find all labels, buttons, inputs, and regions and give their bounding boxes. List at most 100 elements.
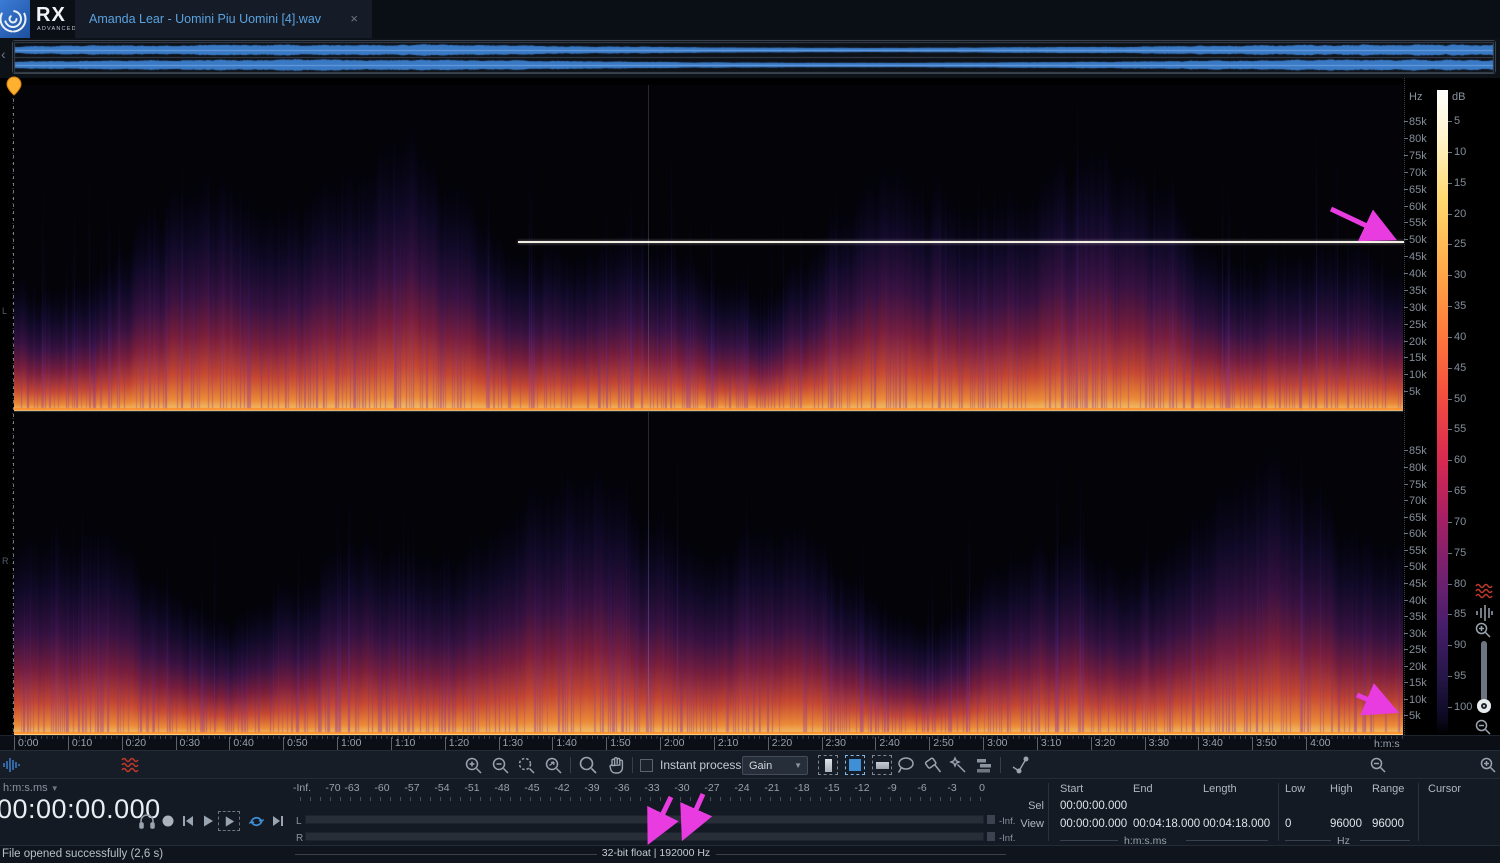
db-tick-label: 15 bbox=[1454, 177, 1466, 189]
panel-separator bbox=[1418, 783, 1419, 841]
module-dropdown[interactable]: Gain ▼ bbox=[742, 756, 808, 775]
time-format-selector[interactable]: h:m:s.ms ▼ bbox=[3, 782, 59, 794]
time-ruler[interactable]: 0:000:100:200:300:400:501:001:101:201:30… bbox=[0, 735, 1500, 750]
file-tab[interactable]: Amanda Lear - Uomini Piu Uomini [4].wav … bbox=[75, 0, 372, 38]
overview-waveform-canvas[interactable] bbox=[13, 41, 1495, 73]
peak-indicator-left[interactable] bbox=[987, 815, 995, 824]
magnify-tool-icon[interactable] bbox=[578, 755, 598, 775]
level-meter-left bbox=[305, 815, 984, 824]
db-tick-label: 50 bbox=[1454, 393, 1466, 405]
spectrogram-view[interactable]: L R Hz 85k80k75k70k65k60k55k50k45k40k35k… bbox=[0, 78, 1500, 735]
magic-wand-tool-icon[interactable] bbox=[948, 755, 968, 775]
meter-scale-label: -60 bbox=[374, 782, 389, 794]
overview-collapse-icon[interactable]: ‹ bbox=[1, 46, 6, 62]
level-meter-right bbox=[305, 832, 984, 841]
freq-tick-label: 60k bbox=[1409, 528, 1427, 540]
spectrogram-view-icon[interactable] bbox=[120, 755, 140, 775]
lasso-tool-icon[interactable] bbox=[896, 755, 916, 775]
waveform-view-icon[interactable] bbox=[2, 755, 22, 775]
db-tick-label: 20 bbox=[1454, 208, 1466, 220]
time-selection-tool[interactable] bbox=[818, 755, 838, 775]
meter-scale-label: -51 bbox=[464, 782, 479, 794]
format-divider-line bbox=[716, 854, 1006, 855]
play-selection-button[interactable] bbox=[218, 811, 240, 831]
node-tool-icon[interactable] bbox=[1010, 755, 1030, 775]
view-end-value[interactable]: 00:04:18.000 bbox=[1133, 818, 1200, 830]
db-tick-label: 35 bbox=[1454, 300, 1466, 312]
channel-divider bbox=[14, 411, 1403, 412]
chevron-down-icon: ▼ bbox=[794, 761, 802, 770]
record-button[interactable] bbox=[158, 812, 178, 830]
waveform-spectrogram-balance-icon[interactable] bbox=[1474, 603, 1494, 623]
view-start-value[interactable]: 00:00:00.000 bbox=[1060, 818, 1127, 830]
panel-separator bbox=[1048, 783, 1049, 841]
horizontal-zoom-out-icon[interactable] bbox=[1368, 755, 1388, 775]
main-toolbar: Instant process Gain ▼ bbox=[0, 750, 1500, 778]
meter-scale-label: 0 bbox=[979, 782, 985, 794]
waveform-overview-strip[interactable]: ‹ bbox=[0, 38, 1500, 78]
vertical-zoom-knob[interactable] bbox=[1477, 699, 1491, 713]
meter-scale-label: -57 bbox=[404, 782, 419, 794]
freq-tick-label: 70k bbox=[1409, 167, 1427, 179]
go-to-start-button[interactable] bbox=[178, 812, 198, 830]
time-format-label: h:m:s.ms bbox=[3, 782, 48, 794]
go-to-end-button[interactable] bbox=[268, 812, 288, 830]
playhead-line bbox=[13, 85, 14, 735]
zoom-out-time-icon[interactable] bbox=[490, 755, 510, 775]
db-tick-label: 70 bbox=[1454, 516, 1466, 528]
brush-tool-icon[interactable] bbox=[923, 755, 943, 775]
vertical-zoom-slider[interactable] bbox=[1481, 641, 1487, 701]
time-tick-label: 2:00 bbox=[660, 737, 684, 750]
freq-low-value[interactable]: 0 bbox=[1285, 818, 1291, 830]
channel-label-left: L bbox=[2, 306, 7, 316]
spectrogram-canvas[interactable] bbox=[14, 85, 1403, 735]
spectrogram-settings-icon[interactable] bbox=[1474, 581, 1494, 601]
db-tick-label: 60 bbox=[1454, 454, 1466, 466]
zoom-in-time-icon[interactable] bbox=[463, 755, 483, 775]
rx-application-window: RX ADVANCED Amanda Lear - Uomini Piu Uom… bbox=[0, 0, 1500, 863]
freq-high-value[interactable]: 96000 bbox=[1330, 818, 1362, 830]
frequency-selection-tool[interactable] bbox=[872, 755, 892, 775]
db-axis-unit: dB bbox=[1452, 91, 1465, 103]
freq-tick-label: 20k bbox=[1409, 336, 1427, 348]
hand-tool-icon[interactable] bbox=[606, 755, 626, 775]
freq-tick-label: 85k bbox=[1409, 445, 1427, 457]
format-divider-line bbox=[295, 854, 597, 855]
toolbar-separator bbox=[1000, 757, 1001, 773]
time-frequency-selection-tool[interactable] bbox=[845, 755, 865, 775]
playhead-marker-pin[interactable] bbox=[5, 76, 23, 96]
freq-tick-label: 15k bbox=[1409, 352, 1427, 364]
loop-button[interactable] bbox=[246, 812, 266, 830]
time-tick-label: 2:30 bbox=[822, 737, 846, 750]
peak-indicator-right[interactable] bbox=[987, 832, 995, 841]
freq-tick-label: 75k bbox=[1409, 150, 1427, 162]
view-length-value[interactable]: 00:04:18.000 bbox=[1203, 818, 1270, 830]
meter-scale-label: -36 bbox=[614, 782, 629, 794]
zoom-to-selection-icon[interactable] bbox=[516, 755, 536, 775]
meter-scale-label: -27 bbox=[704, 782, 719, 794]
bottom-panel: h:m:s.ms ▼ 00:00:00.000 bbox=[0, 778, 1500, 845]
zoom-reset-icon[interactable] bbox=[543, 755, 563, 775]
time-tick-label: 0:40 bbox=[229, 737, 253, 750]
freq-tick-label: 45k bbox=[1409, 251, 1427, 263]
time-tick-label: 3:20 bbox=[1091, 737, 1115, 750]
freq-range-value[interactable]: 96000 bbox=[1372, 818, 1404, 830]
time-tick-label: 3:00 bbox=[983, 737, 1007, 750]
db-tick-label: 95 bbox=[1454, 670, 1466, 682]
meter-scale-label: -54 bbox=[434, 782, 449, 794]
meter-scale-label: -Inf. bbox=[293, 782, 311, 794]
monitor-headphones-icon[interactable] bbox=[137, 812, 157, 830]
sel-start-value[interactable]: 00:00:00.000 bbox=[1060, 800, 1127, 812]
play-button[interactable] bbox=[198, 812, 218, 830]
freq-tick-label: 40k bbox=[1409, 595, 1427, 607]
tab-close-icon[interactable]: × bbox=[350, 11, 358, 26]
find-similar-icon[interactable] bbox=[974, 755, 994, 775]
freq-tick-label: 10k bbox=[1409, 694, 1427, 706]
horizontal-zoom-in-icon[interactable] bbox=[1478, 755, 1498, 775]
freq-tick-label: 20k bbox=[1409, 661, 1427, 673]
meter-scale-label: -21 bbox=[764, 782, 779, 794]
meter-scale-label: -24 bbox=[734, 782, 749, 794]
peak-readout-left: -Inf. bbox=[999, 816, 1015, 827]
vertical-zoom-in-icon[interactable] bbox=[1474, 621, 1494, 641]
instant-process-checkbox[interactable] bbox=[640, 759, 653, 772]
